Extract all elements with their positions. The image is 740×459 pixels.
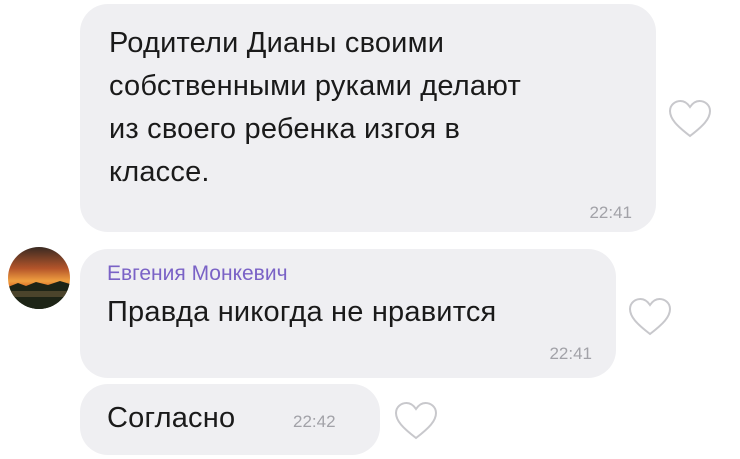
message-time: 22:42: [293, 412, 336, 431]
heart-icon[interactable]: [393, 400, 439, 442]
heart-icon[interactable]: [627, 296, 673, 338]
message-bubble-1[interactable]: Родители Дианы своими собственными рукам…: [80, 4, 656, 232]
message-bubble-2[interactable]: Евгения Монкевич Правда никогда не нрави…: [80, 249, 616, 378]
message-bubble-3[interactable]: Согласно 22:42: [80, 384, 380, 455]
message-time: 22:41: [589, 203, 632, 222]
message-text: Согласно: [107, 402, 236, 434]
avatar[interactable]: [8, 247, 70, 309]
message-text: Родители Дианы своими собственными рукам…: [109, 27, 521, 188]
message-time: 22:41: [549, 344, 592, 363]
sender-name[interactable]: Евгения Монкевич: [107, 262, 288, 286]
message-text: Правда никогда не нравится: [107, 296, 497, 328]
heart-icon[interactable]: [667, 98, 713, 140]
